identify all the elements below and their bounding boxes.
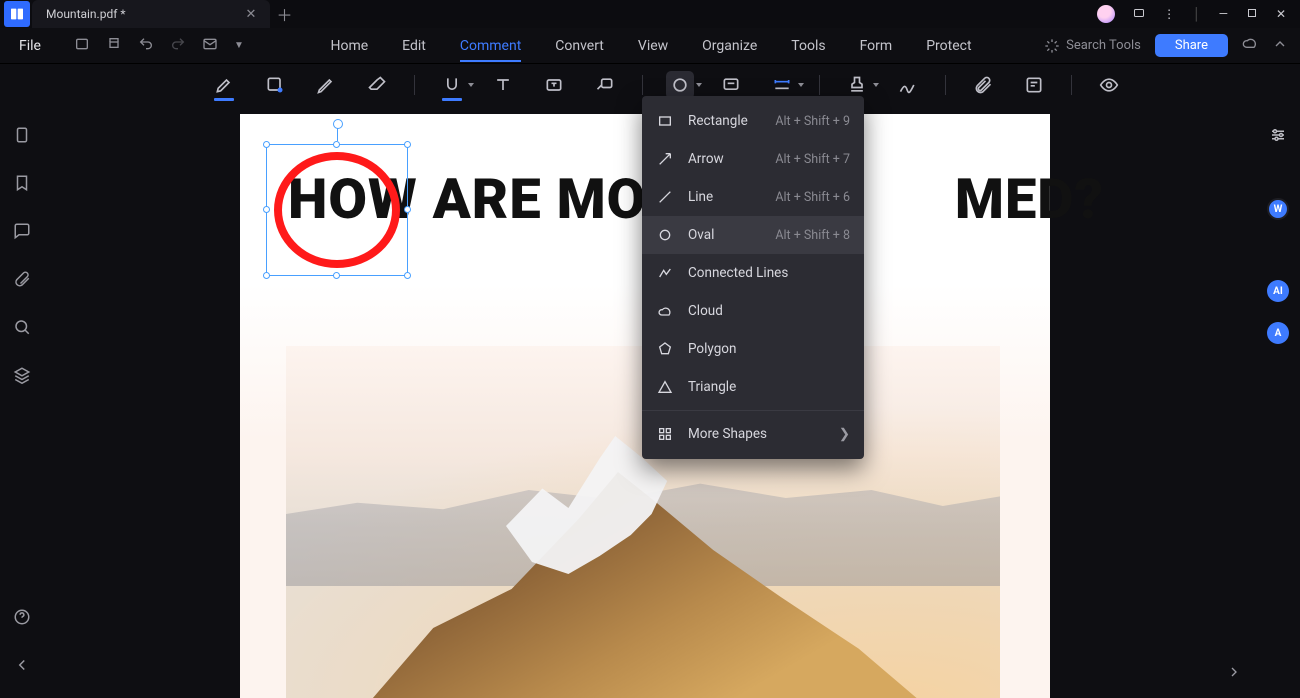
- note-tool[interactable]: [717, 71, 745, 99]
- tab-home[interactable]: Home: [330, 38, 368, 54]
- selection-box[interactable]: [266, 144, 408, 276]
- layers-icon[interactable]: [13, 366, 31, 388]
- attachments-icon[interactable]: [13, 270, 31, 292]
- shape-more[interactable]: More Shapes ❯: [642, 415, 864, 453]
- mail-icon[interactable]: [202, 36, 218, 56]
- undo-icon[interactable]: [138, 36, 154, 56]
- print-icon[interactable]: [106, 36, 122, 56]
- new-tab-button[interactable]: ＋: [270, 0, 298, 28]
- cloud-icon: [656, 303, 674, 319]
- resize-handle[interactable]: [404, 141, 411, 148]
- quick-dropdown-icon[interactable]: ▼: [234, 40, 244, 51]
- polygon-icon: [656, 341, 674, 357]
- shapes-dropdown: Rectangle Alt + Shift + 9 Arrow Alt + Sh…: [642, 96, 864, 459]
- window-maximize-icon[interactable]: [1246, 7, 1258, 22]
- document-tab[interactable]: Mountain.pdf * ✕: [32, 0, 270, 28]
- redo-icon[interactable]: [170, 36, 186, 56]
- textbox-tool[interactable]: [540, 71, 568, 99]
- pencil-tool[interactable]: [312, 71, 340, 99]
- tab-convert[interactable]: Convert: [555, 38, 604, 54]
- connected-lines-icon: [656, 265, 674, 281]
- highlight-tool[interactable]: [210, 71, 238, 99]
- chevron-right-icon: ❯: [839, 426, 850, 442]
- window-close-icon[interactable]: ✕: [1276, 7, 1286, 21]
- shape-triangle[interactable]: Triangle: [642, 368, 864, 406]
- shape-polygon[interactable]: Polygon: [642, 330, 864, 368]
- right-sidebar: W AI A: [1256, 106, 1300, 698]
- help-icon[interactable]: [13, 608, 31, 630]
- eraser-tool[interactable]: [363, 71, 391, 99]
- bookmarks-icon[interactable]: [13, 174, 31, 196]
- stamp-tool[interactable]: [843, 71, 871, 99]
- tab-organize[interactable]: Organize: [702, 38, 757, 54]
- shape-oval[interactable]: Oval Alt + Shift + 8: [642, 216, 864, 254]
- ai-chip[interactable]: AI: [1267, 280, 1289, 302]
- search-icon[interactable]: [13, 318, 31, 340]
- resize-handle[interactable]: [263, 206, 270, 213]
- shape-arrow[interactable]: Arrow Alt + Shift + 7: [642, 140, 864, 178]
- shape-rectangle[interactable]: Rectangle Alt + Shift + 9: [642, 102, 864, 140]
- close-tab-icon[interactable]: ✕: [246, 7, 257, 22]
- file-menu[interactable]: File: [0, 28, 60, 64]
- prev-page-icon[interactable]: [13, 656, 31, 678]
- next-page-icon[interactable]: [1226, 664, 1242, 684]
- tab-tools[interactable]: Tools: [791, 38, 825, 54]
- text-tool[interactable]: [489, 71, 517, 99]
- hide-comments-tool[interactable]: [1095, 71, 1123, 99]
- cloud-sync-icon[interactable]: [1242, 36, 1258, 56]
- tab-form[interactable]: Form: [860, 38, 893, 54]
- comments-icon[interactable]: [13, 222, 31, 244]
- shape-cloud[interactable]: Cloud: [642, 292, 864, 330]
- shape-line[interactable]: Line Alt + Shift + 6: [642, 178, 864, 216]
- sparkle-icon: [1044, 38, 1060, 54]
- properties-icon[interactable]: [1269, 126, 1287, 148]
- resize-handle[interactable]: [404, 206, 411, 213]
- tab-view[interactable]: View: [638, 38, 668, 54]
- oval-icon: [656, 227, 674, 243]
- window-minimize-icon[interactable]: —: [1219, 7, 1228, 21]
- collapse-ribbon-icon[interactable]: [1272, 36, 1288, 56]
- resize-handle[interactable]: [333, 272, 340, 279]
- app-icon: [4, 1, 30, 27]
- kebab-menu-icon[interactable]: ⋮: [1163, 7, 1175, 21]
- left-sidebar: [0, 106, 44, 698]
- comments-panel-tool[interactable]: [1020, 71, 1048, 99]
- signature-tool[interactable]: [894, 71, 922, 99]
- shape-tool[interactable]: [666, 71, 694, 99]
- translate-chip[interactable]: A: [1267, 322, 1289, 344]
- triangle-icon: [656, 379, 674, 395]
- thumbnails-icon[interactable]: [13, 126, 31, 148]
- resize-handle[interactable]: [263, 272, 270, 279]
- document-tab-label: Mountain.pdf *: [46, 7, 126, 21]
- measure-tool[interactable]: [768, 71, 796, 99]
- message-icon[interactable]: [1133, 7, 1145, 22]
- share-button[interactable]: Share: [1155, 34, 1228, 57]
- rectangle-icon: [656, 113, 674, 129]
- tab-edit[interactable]: Edit: [402, 38, 426, 54]
- line-icon: [656, 189, 674, 205]
- resize-handle[interactable]: [404, 272, 411, 279]
- arrow-icon: [656, 151, 674, 167]
- tab-protect[interactable]: Protect: [926, 38, 971, 54]
- shape-connected-lines[interactable]: Connected Lines: [642, 254, 864, 292]
- underline-tool[interactable]: [438, 71, 466, 99]
- rotate-handle[interactable]: [337, 127, 338, 141]
- attachment-tool[interactable]: [969, 71, 997, 99]
- grid-icon: [656, 426, 674, 442]
- search-tools[interactable]: Search Tools: [1044, 38, 1141, 54]
- resize-handle[interactable]: [333, 141, 340, 148]
- area-highlight-tool[interactable]: [261, 71, 289, 99]
- tab-comment[interactable]: Comment: [460, 38, 521, 54]
- open-icon[interactable]: [74, 36, 90, 56]
- user-avatar[interactable]: [1097, 5, 1115, 23]
- resize-handle[interactable]: [263, 141, 270, 148]
- word-chip[interactable]: W: [1267, 198, 1289, 220]
- callout-tool[interactable]: [591, 71, 619, 99]
